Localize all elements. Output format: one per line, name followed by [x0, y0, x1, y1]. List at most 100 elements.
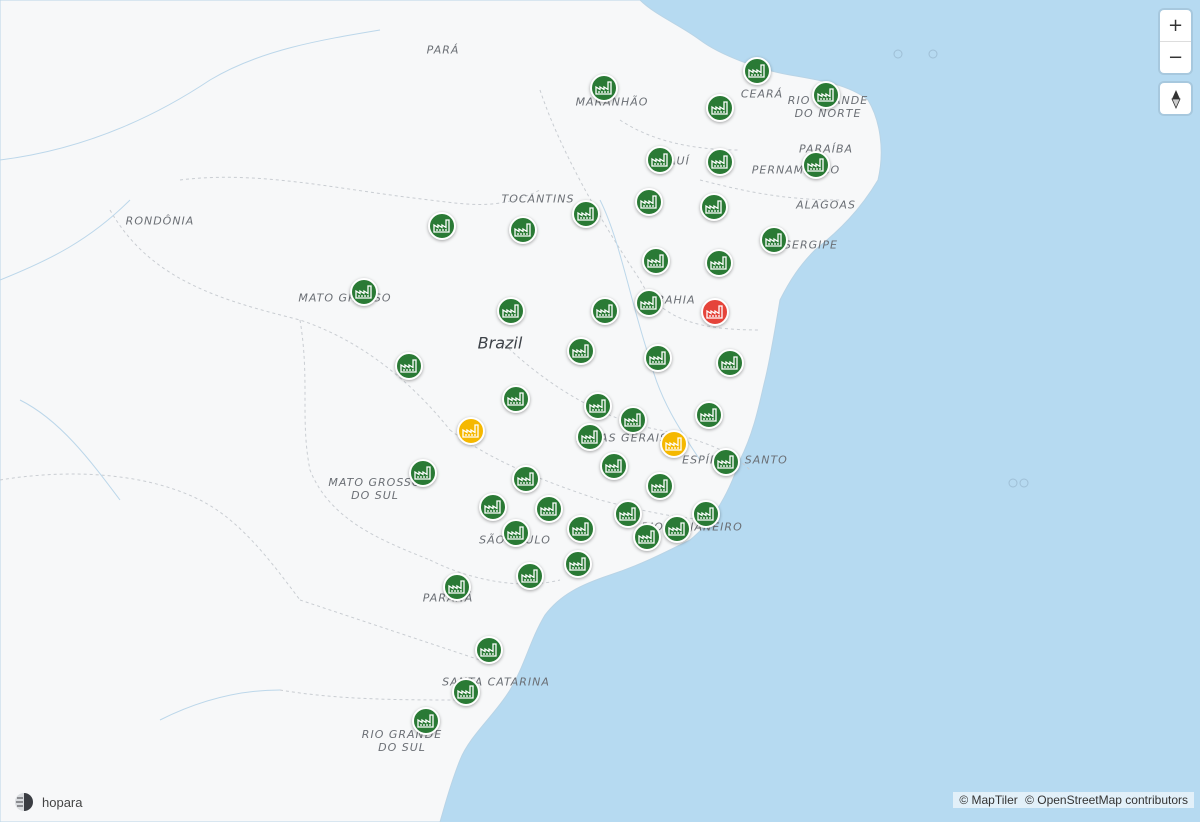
facility-marker-green[interactable] — [576, 423, 604, 451]
factory-icon — [706, 305, 723, 319]
factory-icon — [624, 413, 641, 427]
facility-marker-green[interactable] — [497, 297, 525, 325]
facility-marker-green[interactable] — [479, 493, 507, 521]
facility-marker-green[interactable] — [509, 216, 537, 244]
factory-icon — [400, 359, 417, 373]
factory-icon — [697, 507, 714, 521]
facility-marker-green[interactable] — [502, 385, 530, 413]
factory-icon — [569, 557, 586, 571]
hopara-logo-text: hopara — [42, 794, 83, 810]
facility-marker-green[interactable] — [567, 337, 595, 365]
factory-icon — [651, 153, 668, 167]
facility-marker-green[interactable] — [802, 151, 830, 179]
facility-marker-green[interactable] — [516, 562, 544, 590]
facility-marker-green[interactable] — [614, 500, 642, 528]
factory-icon — [595, 81, 612, 95]
factory-icon — [638, 530, 655, 544]
osm-attribution-link[interactable]: © OpenStreetMap contributors — [1025, 793, 1188, 807]
factory-icon — [517, 472, 534, 486]
zoom-in-button[interactable]: + — [1160, 10, 1191, 41]
facility-marker-green[interactable] — [712, 448, 740, 476]
factory-icon — [765, 233, 782, 247]
facility-marker-green[interactable] — [695, 401, 723, 429]
factory-icon — [705, 200, 722, 214]
facility-marker-green[interactable] — [409, 459, 437, 487]
factory-icon — [668, 522, 685, 536]
factory-icon — [507, 392, 524, 406]
facility-marker-red[interactable] — [701, 298, 729, 326]
factory-icon — [521, 569, 538, 583]
factory-icon — [651, 479, 668, 493]
facility-marker-green[interactable] — [584, 392, 612, 420]
factory-icon — [665, 437, 682, 451]
facility-marker-green[interactable] — [706, 148, 734, 176]
factory-icon — [484, 500, 501, 514]
zoom-controls: + − — [1160, 10, 1191, 73]
factory-icon — [462, 424, 479, 438]
hopara-logo[interactable]: hopara — [14, 792, 82, 812]
factory-icon — [577, 207, 594, 221]
factory-icon — [581, 430, 598, 444]
facility-marker-green[interactable] — [642, 247, 670, 275]
zoom-out-button[interactable]: − — [1160, 41, 1191, 73]
factory-icon — [502, 304, 519, 318]
facility-marker-green[interactable] — [692, 500, 720, 528]
facility-marker-green[interactable] — [452, 678, 480, 706]
facility-marker-green[interactable] — [644, 344, 672, 372]
facility-marker-green[interactable] — [502, 519, 530, 547]
facility-marker-yellow[interactable] — [457, 417, 485, 445]
facility-marker-green[interactable] — [591, 297, 619, 325]
facility-marker-green[interactable] — [700, 193, 728, 221]
facility-marker-green[interactable] — [706, 94, 734, 122]
facility-marker-green[interactable] — [646, 146, 674, 174]
factory-icon — [721, 356, 738, 370]
facility-marker-green[interactable] — [705, 249, 733, 277]
country-label: Brazil — [477, 333, 523, 353]
facility-marker-green[interactable] — [567, 515, 595, 543]
facility-marker-green[interactable] — [600, 452, 628, 480]
facility-marker-green[interactable] — [395, 352, 423, 380]
facility-marker-green[interactable] — [412, 707, 440, 735]
facility-marker-green[interactable] — [619, 406, 647, 434]
factory-icon — [649, 351, 666, 365]
facility-marker-green[interactable] — [646, 472, 674, 500]
hopara-logo-icon — [15, 793, 33, 811]
facility-marker-green[interactable] — [633, 523, 661, 551]
factory-icon — [700, 408, 717, 422]
facility-marker-green[interactable] — [743, 57, 771, 85]
facility-marker-green[interactable] — [512, 465, 540, 493]
facility-marker-green[interactable] — [475, 636, 503, 664]
factory-icon — [640, 296, 657, 310]
facility-marker-green[interactable] — [812, 81, 840, 109]
facility-marker-yellow[interactable] — [660, 430, 688, 458]
facility-marker-green[interactable] — [663, 515, 691, 543]
facility-marker-green[interactable] — [350, 278, 378, 306]
facility-marker-green[interactable] — [635, 188, 663, 216]
factory-icon — [572, 344, 589, 358]
factory-icon — [480, 643, 497, 657]
factory-icon — [711, 155, 728, 169]
maptiler-attribution-link[interactable]: © MapTiler — [959, 793, 1017, 807]
facility-marker-green[interactable] — [535, 495, 563, 523]
facility-marker-green[interactable] — [590, 74, 618, 102]
compass-icon[interactable] — [1160, 83, 1191, 114]
factory-icon — [589, 399, 606, 413]
facility-marker-green[interactable] — [572, 200, 600, 228]
factory-icon — [457, 685, 474, 699]
facility-marker-green[interactable] — [760, 226, 788, 254]
factory-icon — [748, 64, 765, 78]
facility-marker-green[interactable] — [716, 349, 744, 377]
compass-control — [1160, 83, 1191, 114]
factory-icon — [807, 158, 824, 172]
facility-marker-green[interactable] — [635, 289, 663, 317]
facility-marker-green[interactable] — [564, 550, 592, 578]
facility-marker-green[interactable] — [443, 573, 471, 601]
factory-icon — [417, 714, 434, 728]
map-canvas[interactable]: Brazil PARÁ MARANHÃO CEARÁ RIO GRANDE DO NO… — [0, 0, 1200, 822]
factory-icon — [619, 507, 636, 521]
factory-icon — [647, 254, 664, 268]
factory-icon — [414, 466, 431, 480]
factory-icon — [817, 88, 834, 102]
facility-marker-green[interactable] — [428, 212, 456, 240]
map-attribution: © MapTiler © OpenStreetMap contributors — [953, 792, 1194, 808]
